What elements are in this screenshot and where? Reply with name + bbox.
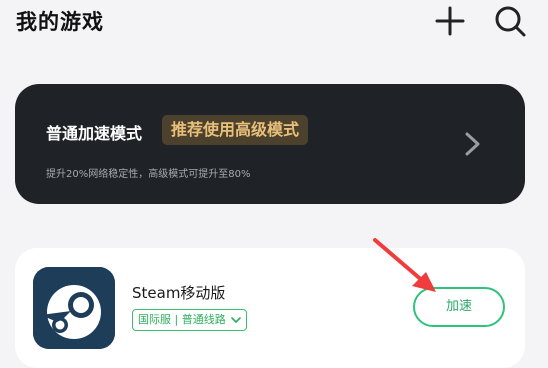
- game-name: Steam移动版: [132, 284, 226, 302]
- page-title: 我的游戏: [16, 10, 104, 34]
- chevron-down-icon: [230, 317, 241, 323]
- chevron-right-icon: [465, 132, 480, 156]
- pointer-arrow-icon: [373, 238, 436, 292]
- mode-description: 提升20%网络稳定性，高级模式可提升至80%: [46, 169, 251, 180]
- search-button[interactable]: [493, 4, 527, 38]
- steam-logo-icon: [33, 267, 115, 349]
- recommend-mode-tag: 推荐使用高级模式: [162, 115, 309, 145]
- acceleration-mode-card[interactable]: 普通加速模式 推荐使用高级模式 提升20%网络稳定性，高级模式可提升至80%: [15, 84, 525, 204]
- server-line-selector[interactable]: 国际服 | 普通线路: [132, 309, 247, 331]
- plus-icon: [435, 6, 465, 36]
- add-game-button[interactable]: [433, 4, 467, 38]
- mode-title: 普通加速模式: [46, 124, 143, 143]
- server-line-label: 国际服 | 普通线路: [138, 313, 226, 326]
- search-icon: [495, 6, 526, 37]
- header: 我的游戏: [0, 0, 548, 46]
